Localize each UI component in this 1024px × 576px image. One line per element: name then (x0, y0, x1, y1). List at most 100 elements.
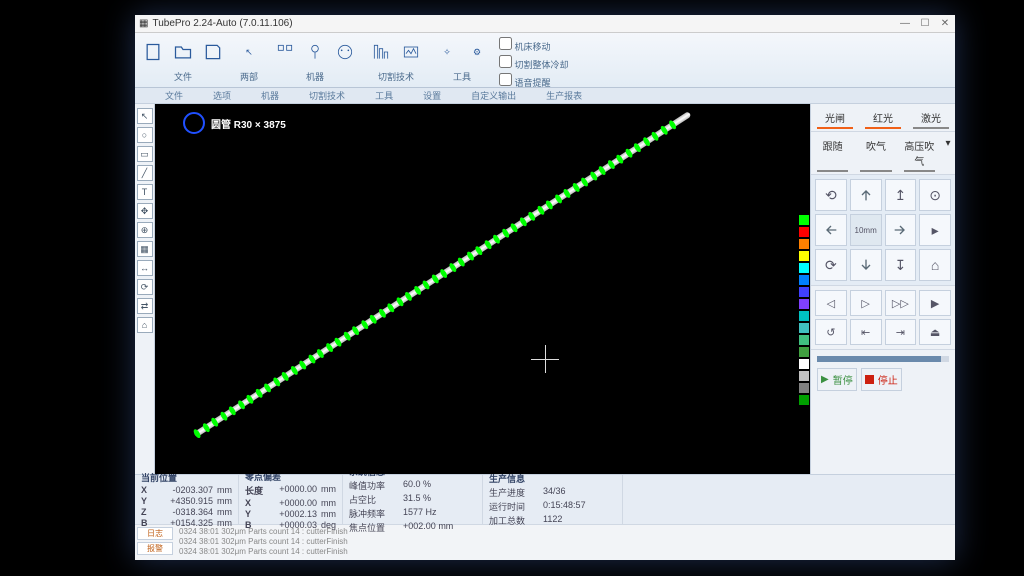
tool-button[interactable] (301, 35, 329, 69)
tool-line[interactable]: ╱ (137, 165, 153, 181)
tool-button[interactable] (331, 35, 359, 69)
tool-rect[interactable]: ▭ (137, 146, 153, 162)
color-swatch[interactable] (799, 311, 809, 321)
jog-z-up-button[interactable]: ↥ (885, 179, 917, 211)
jog-left-button[interactable] (815, 214, 847, 246)
gear-icon[interactable]: ⚙ (463, 35, 491, 69)
tool-button[interactable] (367, 35, 395, 69)
tool-mirror[interactable]: ⇄ (137, 298, 153, 314)
tool-zoom[interactable]: ⊕ (137, 222, 153, 238)
proc-button[interactable]: ⇥ (885, 319, 917, 345)
right-panel: 光闸 红光 激光 跟随 吹气 高压吹气 ▾ ⟲ ↥ ⊙ 10mm ▸ ⟳ (810, 104, 955, 474)
ribbon-label: 两部 (240, 70, 258, 83)
color-swatch[interactable] (799, 299, 809, 309)
tool-circle[interactable]: ○ (137, 127, 153, 143)
app-title: TubePro 2.24-Auto (7.0.11.106) (152, 18, 292, 29)
proc-button[interactable]: ▷ (850, 290, 882, 316)
tool-button[interactable] (271, 35, 299, 69)
check-option[interactable]: 语音提醒 (499, 73, 551, 89)
tool-measure[interactable]: ↔ (137, 260, 153, 276)
color-swatch[interactable] (799, 239, 809, 249)
menu-item[interactable]: 切割技术 (309, 89, 345, 102)
select-button[interactable]: ↖ (235, 35, 263, 69)
color-swatch[interactable] (799, 395, 809, 405)
menu-item[interactable]: 生产报表 (546, 89, 582, 102)
tool-home[interactable]: ⌂ (137, 317, 153, 333)
ribbon-group-file: 文件 (135, 33, 231, 87)
check-option[interactable]: 机床移动 (499, 37, 551, 53)
save-file-button[interactable] (199, 35, 227, 69)
check-option[interactable]: 切割整体冷却 (499, 55, 569, 71)
tool-button[interactable] (397, 35, 425, 69)
jog-z-down-button[interactable]: ↧ (885, 249, 917, 281)
menu-item[interactable]: 机器 (261, 89, 279, 102)
proc-button[interactable]: ⇤ (850, 319, 882, 345)
toggle-follow[interactable]: 跟随 (811, 132, 854, 174)
log-tab[interactable]: 日志 (137, 527, 173, 540)
color-swatch[interactable] (799, 287, 809, 297)
tool-grid[interactable]: ▦ (137, 241, 153, 257)
stop-button[interactable]: 停止 (861, 368, 902, 391)
color-swatch[interactable] (799, 227, 809, 237)
jog-home-button[interactable]: ⌂ (919, 249, 951, 281)
jog-down-button[interactable] (850, 249, 882, 281)
expand-icon[interactable]: ▾ (941, 132, 955, 174)
labels-readout: 系统信息峰值功率60.0 %占空比31.5 %脉冲频率1577 Hz焦点位置+0… (343, 475, 483, 524)
jog-cw-button[interactable]: ⟳ (815, 249, 847, 281)
color-swatch[interactable] (799, 335, 809, 345)
close-button[interactable]: ✕ (939, 18, 951, 29)
titlebar: ▦ TubePro 2.24-Auto (7.0.11.106) — ☐ ✕ (135, 15, 955, 33)
jog-right-button[interactable] (885, 214, 917, 246)
toggle-laser[interactable]: 激光 (907, 104, 955, 131)
menu-item[interactable]: 自定义输出 (471, 89, 516, 102)
color-swatch[interactable] (799, 251, 809, 261)
color-swatch[interactable] (799, 275, 809, 285)
log-tabs: 日志 报警 (135, 525, 175, 560)
color-swatch[interactable] (799, 347, 809, 357)
proc-button[interactable]: ◁ (815, 290, 847, 316)
color-swatch[interactable] (799, 215, 809, 225)
tool-rotate[interactable]: ⟳ (137, 279, 153, 295)
run-controls: 暂停 停止 (811, 349, 955, 397)
jog-up-button[interactable] (850, 179, 882, 211)
menu-item[interactable]: 选项 (213, 89, 231, 102)
tool-button[interactable]: ✧ (433, 35, 461, 69)
proc-button[interactable]: ▷▷ (885, 290, 917, 316)
tool-move[interactable]: ✥ (137, 203, 153, 219)
proc-button[interactable]: ▶ (919, 290, 951, 316)
toggle-hp-blow[interactable]: 高压吹气 (898, 132, 941, 174)
jog-pad: ⟲ ↥ ⊙ 10mm ▸ ⟳ ↧ ⌂ (811, 175, 955, 285)
toggle-redlight[interactable]: 红光 (859, 104, 907, 131)
toggle-blow[interactable]: 吹气 (854, 132, 897, 174)
color-swatch[interactable] (799, 263, 809, 273)
maximize-button[interactable]: ☐ (919, 18, 931, 29)
coord-readout: 当前位置X-0203.307mmY+4350.915mmZ-0318.364mm… (135, 475, 239, 524)
menu-item[interactable]: 文件 (165, 89, 183, 102)
jog-step-button[interactable]: ▸ (919, 214, 951, 246)
tool-pointer[interactable]: ↖ (137, 108, 153, 124)
tool-text[interactable]: T (137, 184, 153, 200)
color-swatch[interactable] (799, 359, 809, 369)
log-panel: 日志 报警 0324 38:01 302μm Parts count 14 : … (135, 524, 955, 560)
3d-viewport[interactable]: 圆管 R30 × 3875 (155, 104, 798, 474)
status-bar: 当前位置X-0203.307mmY+4350.915mmZ-0318.364mm… (135, 474, 955, 524)
menu-item[interactable]: 工具 (375, 89, 393, 102)
jog-ccw-button[interactable]: ⟲ (815, 179, 847, 211)
log-tab[interactable]: 报警 (137, 542, 173, 555)
color-swatch[interactable] (799, 323, 809, 333)
open-file-button[interactable] (169, 35, 197, 69)
proc-button[interactable]: ⏏ (919, 319, 951, 345)
jog-chuck-button[interactable]: ⊙ (919, 179, 951, 211)
new-file-button[interactable] (139, 35, 167, 69)
minimize-button[interactable]: — (899, 18, 911, 29)
proc-button[interactable]: ↺ (815, 319, 847, 345)
color-swatch[interactable] (799, 371, 809, 381)
menu-item[interactable]: 设置 (423, 89, 441, 102)
color-swatch[interactable] (799, 383, 809, 393)
process-controls: ◁ ▷ ▷▷ ▶ ↺ ⇤ ⇥ ⏏ (811, 285, 955, 349)
left-toolbar: ↖ ○ ▭ ╱ T ✥ ⊕ ▦ ↔ ⟳ ⇄ ⌂ (135, 104, 155, 474)
pause-button[interactable]: 暂停 (817, 368, 857, 391)
jog-speed-display[interactable]: 10mm (850, 214, 882, 246)
main-area: ↖ ○ ▭ ╱ T ✥ ⊕ ▦ ↔ ⟳ ⇄ ⌂ 圆管 R30 × 3875 (135, 104, 955, 474)
toggle-shutter[interactable]: 光闸 (811, 104, 859, 131)
